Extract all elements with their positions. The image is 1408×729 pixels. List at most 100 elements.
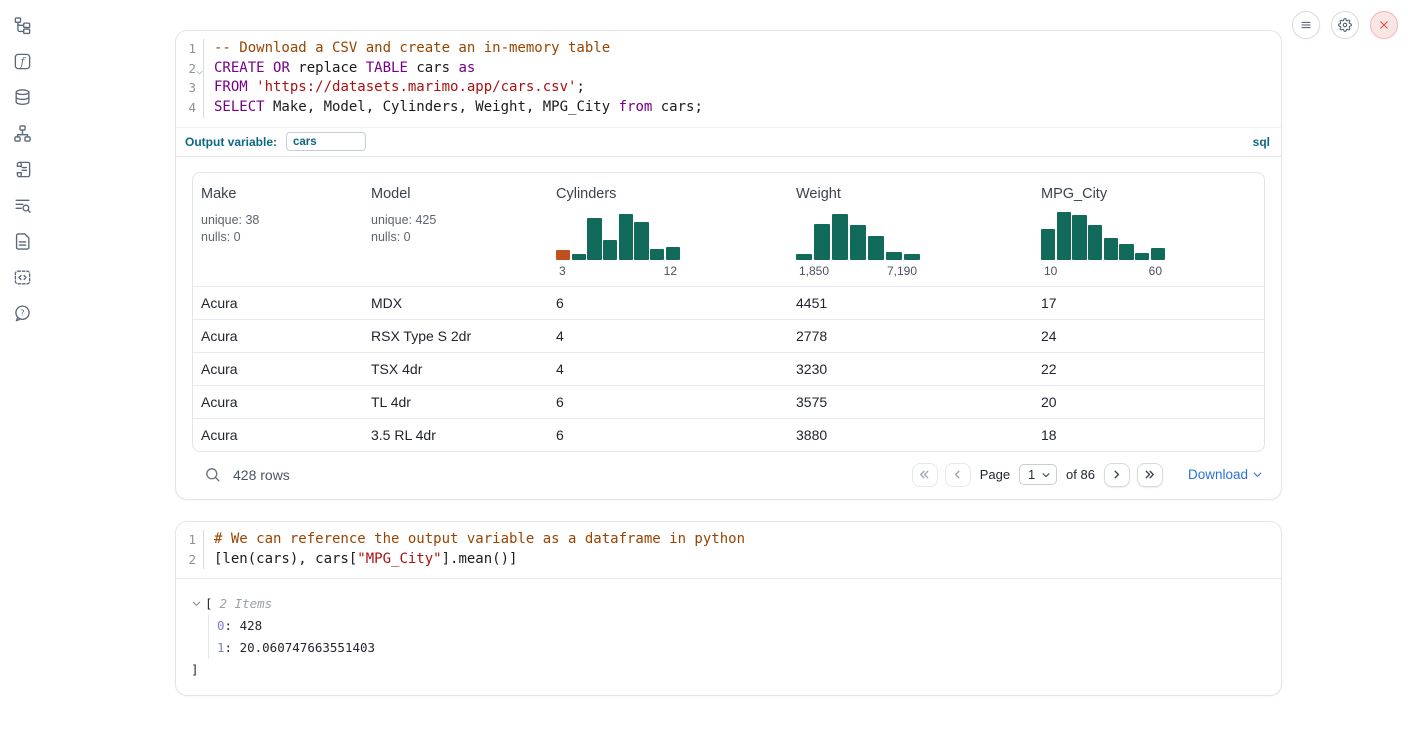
shutdown-button[interactable]: [1370, 11, 1398, 39]
histogram-bar: [904, 254, 920, 260]
search-icon[interactable]: [204, 466, 221, 483]
table-cell: 24: [1033, 328, 1264, 344]
sql-meta-row: Output variable: sql: [176, 127, 1281, 157]
python-code-editor[interactable]: 1# We can reference the output variable …: [176, 522, 1281, 579]
table-cell: 17: [1033, 295, 1264, 311]
next-page-button[interactable]: [1104, 463, 1130, 487]
scratchpad-icon[interactable]: [11, 158, 33, 180]
table-row[interactable]: Acura3.5 RL 4dr6388018: [193, 418, 1264, 451]
column-title: Cylinders: [556, 186, 780, 202]
tree-items: 0: 4281: 20.060747663551403: [208, 614, 1265, 659]
fold-chevron-icon[interactable]: [195, 63, 204, 72]
table-cell: 3880: [788, 427, 1033, 443]
snippets-icon[interactable]: [11, 266, 33, 288]
notebook-controls: [1292, 11, 1398, 39]
tree-entry: 0: 428: [217, 614, 1265, 637]
sql-cell-output: Makeunique: 38nulls: 0Modelunique: 425nu…: [176, 157, 1281, 499]
line-number: 4: [176, 98, 204, 118]
histogram-min-label: 3: [559, 264, 566, 278]
table-row[interactable]: AcuraTSX 4dr4323022: [193, 352, 1264, 385]
data-table: Makeunique: 38nulls: 0Modelunique: 425nu…: [192, 172, 1265, 452]
left-panel-icon-bar: f?: [0, 0, 44, 729]
code-line: 1# We can reference the output variable …: [176, 530, 1281, 550]
table-row[interactable]: AcuraRSX Type S 2dr4277824: [193, 319, 1264, 352]
logs-icon[interactable]: [11, 194, 33, 216]
row-count: 428 rows: [233, 467, 290, 483]
column-histogram[interactable]: 1,8507,190: [796, 212, 920, 278]
download-button[interactable]: Download: [1188, 467, 1263, 482]
table-cell: 3230: [788, 361, 1033, 377]
table-cell: 22: [1033, 361, 1264, 377]
settings-button[interactable]: [1331, 11, 1359, 39]
svg-text:?: ?: [20, 307, 24, 317]
page-select[interactable]: 1: [1019, 464, 1057, 485]
code-line: 3FROM 'https://datasets.marimo.app/cars.…: [176, 78, 1281, 98]
table-cell: Acura: [193, 328, 363, 344]
column-header[interactable]: Weight 1,8507,190: [788, 173, 1033, 286]
column-histogram[interactable]: 1060: [1041, 212, 1165, 278]
collapse-chevron-icon[interactable]: [191, 598, 202, 609]
table-header: Makeunique: 38nulls: 0Modelunique: 425nu…: [193, 173, 1264, 286]
column-header[interactable]: Modelunique: 425nulls: 0: [363, 173, 548, 286]
output-variable-input[interactable]: [286, 132, 366, 151]
column-title: Model: [371, 186, 540, 202]
notebook-cells: 1-- Download a CSV and create an in-memo…: [175, 30, 1282, 696]
table-cell: 20: [1033, 394, 1264, 410]
table-body: AcuraMDX6445117AcuraRSX Type S 2dr427782…: [193, 286, 1264, 451]
open-bracket: [: [205, 596, 213, 611]
menu-button[interactable]: [1292, 11, 1320, 39]
column-header[interactable]: MPG_City1060: [1033, 173, 1264, 286]
documentation-icon[interactable]: [11, 230, 33, 252]
line-number: 2: [176, 59, 204, 79]
histogram-bar: [868, 236, 884, 260]
table-cell: Acura: [193, 295, 363, 311]
prev-page-button[interactable]: [945, 463, 971, 487]
histogram-bar: [1119, 244, 1133, 260]
histogram-bar: [832, 214, 848, 260]
table-row[interactable]: AcuraTL 4dr6357520: [193, 385, 1264, 418]
tree-entry-key: 0: [217, 618, 225, 633]
file-tree-icon[interactable]: [11, 14, 33, 36]
variables-icon[interactable]: f: [11, 50, 33, 72]
pagination: Page 1 of 86 Download: [912, 463, 1263, 487]
first-page-button[interactable]: [912, 463, 938, 487]
histogram-max-label: 12: [664, 264, 677, 278]
histogram-bar: [1041, 229, 1055, 260]
page-label: Page: [980, 467, 1010, 482]
table-cell: 6: [548, 394, 788, 410]
histogram-bar: [1104, 238, 1118, 260]
code-line: 2[len(cars), cars["MPG_City"].mean()]: [176, 550, 1281, 570]
code-line: 2CREATE OR replace TABLE cars as: [176, 59, 1281, 79]
table-cell: MDX: [363, 295, 548, 311]
language-badge: sql: [1253, 135, 1270, 149]
chevron-down-icon: [1252, 469, 1263, 480]
table-cell: TSX 4dr: [363, 361, 548, 377]
table-cell: Acura: [193, 394, 363, 410]
last-page-button[interactable]: [1137, 463, 1163, 487]
table-cell: 2778: [788, 328, 1033, 344]
line-number: 1: [176, 530, 204, 550]
help-icon[interactable]: ?: [11, 302, 33, 324]
histogram-bar: [603, 240, 617, 260]
table-cell: TL 4dr: [363, 394, 548, 410]
python-cell: 1# We can reference the output variable …: [175, 521, 1282, 696]
table-footer: 428 rows Page 1 of 86: [192, 463, 1265, 487]
histogram-min-label: 1,850: [799, 264, 829, 278]
sql-code-editor[interactable]: 1-- Download a CSV and create an in-memo…: [176, 31, 1281, 127]
histogram-bar: [1151, 248, 1165, 260]
column-title: Weight: [796, 186, 1025, 202]
column-stat: nulls: 0: [201, 229, 355, 246]
dependency-graph-icon[interactable]: [11, 122, 33, 144]
chevron-down-icon: [1041, 470, 1051, 480]
table-cell: 6: [548, 295, 788, 311]
tree-entry: 1: 20.060747663551403: [217, 637, 1265, 660]
datasources-icon[interactable]: [11, 86, 33, 108]
tree-entry-key: 1: [217, 640, 225, 655]
histogram-bar: [1072, 215, 1086, 260]
column-header[interactable]: Makeunique: 38nulls: 0: [193, 173, 363, 286]
column-histogram[interactable]: 3 12: [556, 212, 680, 278]
table-row[interactable]: AcuraMDX6445117: [193, 286, 1264, 319]
table-cell: 4451: [788, 295, 1033, 311]
table-cell: 3.5 RL 4dr: [363, 427, 548, 443]
column-header[interactable]: Cylinders 3 12: [548, 173, 788, 286]
